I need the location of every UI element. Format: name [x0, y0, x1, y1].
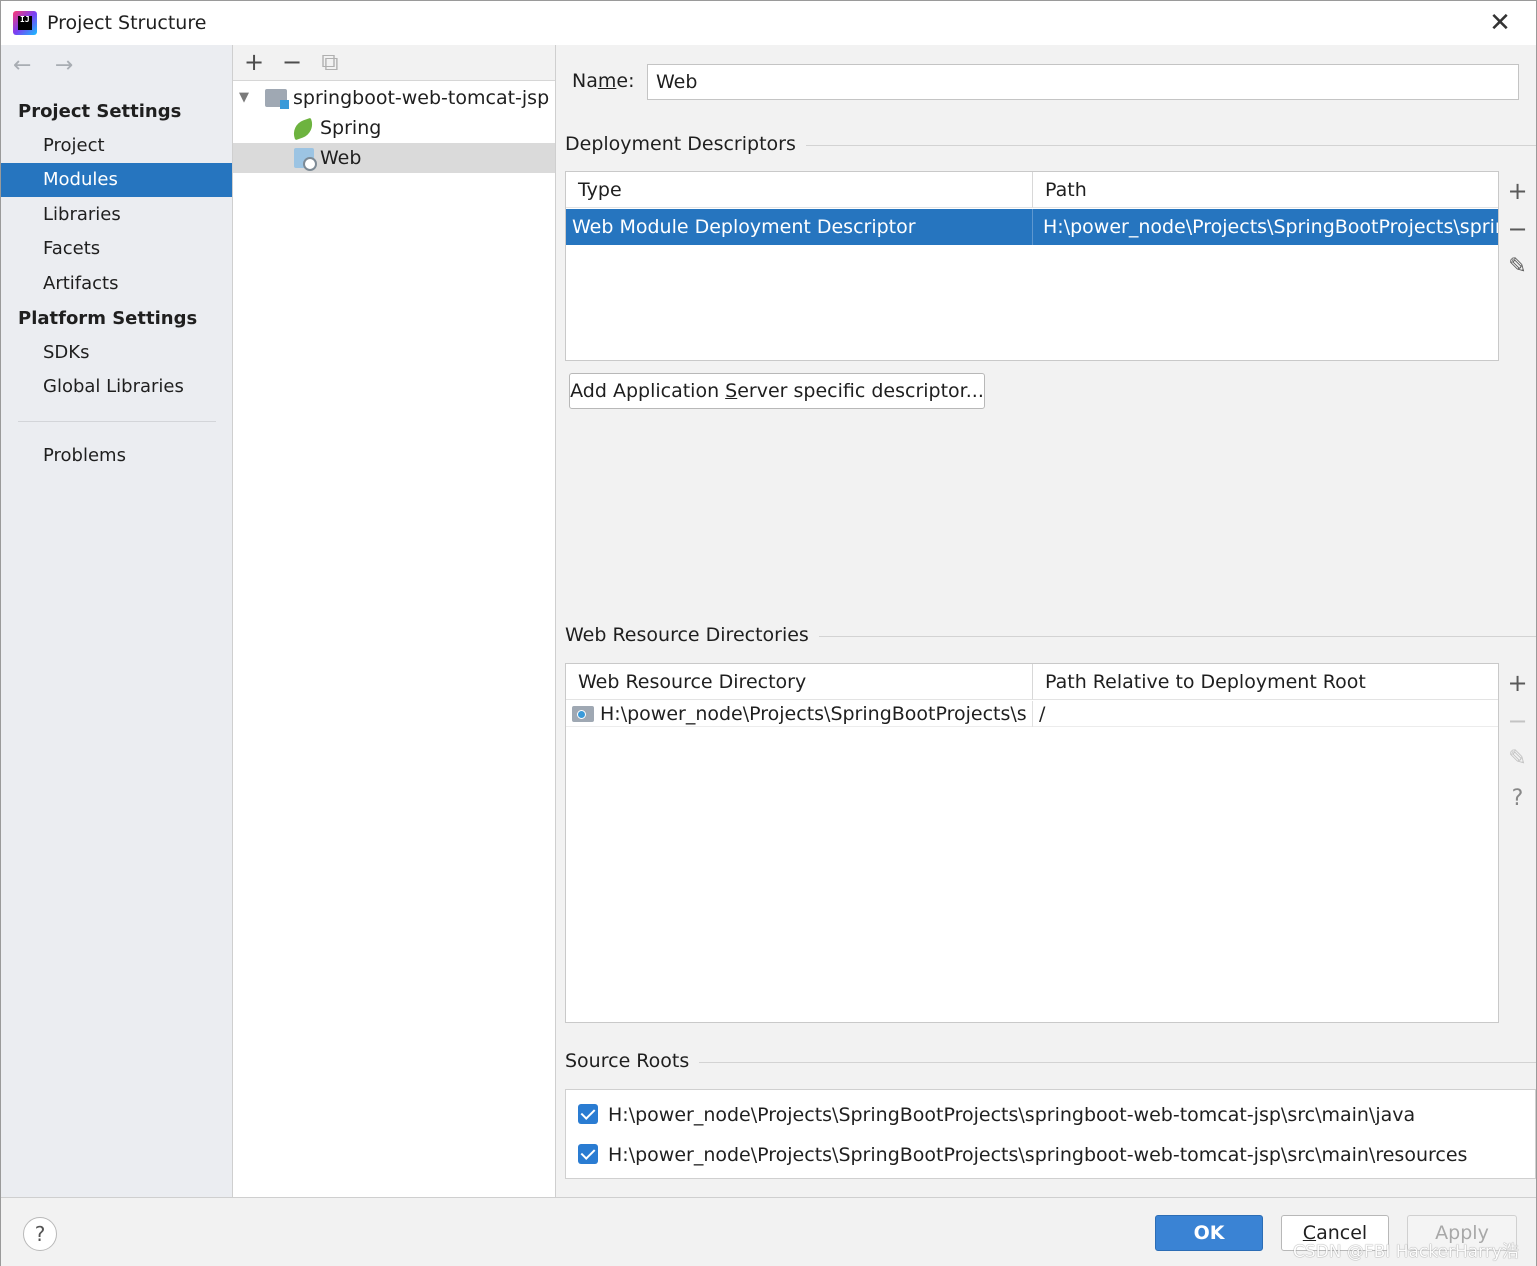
project-structure-dialog: IJ Project Structure ✕ ← → Project Setti…: [0, 0, 1537, 1266]
descriptor-path-cell: H:\power_node\Projects\SpringBootProject…: [1032, 209, 1498, 245]
checkbox-checked-icon[interactable]: [578, 1143, 598, 1164]
platform-settings-header: Platform Settings: [18, 308, 198, 329]
sidebar-item-problems[interactable]: Problems: [1, 439, 232, 473]
close-icon[interactable]: ✕: [1486, 9, 1514, 37]
web-facet-settings: Name: Deployment Descriptors Type Path W…: [557, 45, 1536, 1197]
tree-node-module[interactable]: ▼ springboot-web-tomcat-jsp: [233, 83, 555, 113]
sidebar-item-sdks[interactable]: SDKs: [1, 336, 232, 370]
module-tree-panel: + − ⧉ ▼ springboot-web-tomcat-jsp Spring…: [232, 45, 556, 1197]
tree-node-spring[interactable]: Spring: [233, 113, 555, 143]
column-header-web-resource-directory[interactable]: Web Resource Directory: [566, 664, 1032, 700]
intellij-logo-icon: IJ: [13, 11, 37, 35]
table-row[interactable]: Web Module Deployment Descriptor H:\powe…: [566, 209, 1498, 245]
watermark: CSDN @FBI HackerHarry浩: [1293, 1242, 1519, 1262]
source-roots-separator: [565, 1062, 1536, 1063]
deployment-descriptors-title: Deployment Descriptors: [565, 133, 806, 155]
history-navigation: ← →: [13, 53, 91, 79]
web-resources-side-toolbar: + − ✎ ?: [1499, 663, 1536, 1023]
deployment-descriptors-table: Type Path Web Module Deployment Descript…: [565, 171, 1499, 361]
web-resource-folder-icon: [572, 706, 594, 722]
source-roots-title: Source Roots: [565, 1050, 700, 1072]
ok-button[interactable]: OK: [1155, 1215, 1263, 1251]
project-settings-header: Project Settings: [18, 101, 182, 122]
web-facet-icon: [294, 148, 317, 171]
forward-arrow-icon[interactable]: →: [55, 53, 83, 79]
name-label: Name:: [572, 70, 635, 92]
expand-arrow-icon[interactable]: ▼: [239, 83, 249, 113]
source-root-item[interactable]: H:\power_node\Projects\SpringBootProject…: [578, 1100, 1415, 1130]
table-row[interactable]: H:\power_node\Projects\SpringBootProject…: [566, 701, 1498, 727]
descriptor-type-cell: Web Module Deployment Descriptor: [572, 216, 916, 238]
add-server-descriptor-button[interactable]: Add Application Server specific descript…: [569, 373, 985, 409]
tree-toolbar: + − ⧉: [233, 45, 555, 81]
spring-facet-label: Spring: [320, 117, 382, 139]
back-arrow-icon[interactable]: ←: [13, 53, 41, 79]
add-directory-icon[interactable]: +: [1499, 665, 1536, 701]
name-field[interactable]: [647, 64, 1519, 100]
source-root-item[interactable]: H:\power_node\Projects\SpringBootProject…: [578, 1140, 1467, 1170]
relative-path-cell: /: [1032, 701, 1498, 727]
source-root-path: H:\power_node\Projects\SpringBootProject…: [608, 1104, 1416, 1126]
sidebar-divider: [18, 421, 216, 422]
tree-node-web[interactable]: Web: [233, 143, 555, 173]
module-name: springboot-web-tomcat-jsp: [293, 87, 550, 109]
edit-directory-icon[interactable]: ✎: [1499, 741, 1536, 777]
sidebar-item-modules[interactable]: Modules: [1, 163, 232, 197]
sidebar-item-project[interactable]: Project: [1, 129, 232, 163]
sidebar-item-global-libraries[interactable]: Global Libraries: [1, 370, 232, 404]
column-header-type[interactable]: Type: [566, 172, 1032, 208]
deployment-side-toolbar: + − ✎: [1499, 171, 1536, 361]
title-bar: IJ Project Structure ✕: [1, 1, 1536, 45]
remove-descriptor-icon[interactable]: −: [1499, 211, 1536, 247]
sidebar-item-facets[interactable]: Facets: [1, 232, 232, 266]
spring-leaf-icon: [289, 117, 317, 141]
column-header-relative-path[interactable]: Path Relative to Deployment Root: [1032, 664, 1498, 700]
web-resource-directories-table: Web Resource Directory Path Relative to …: [565, 663, 1499, 1023]
settings-sidebar: ← → Project Settings Project Modules Lib…: [1, 45, 232, 1197]
window-title: Project Structure: [47, 12, 207, 34]
remove-icon[interactable]: −: [279, 49, 305, 75]
module-folder-icon: [265, 89, 289, 109]
checkbox-checked-icon[interactable]: [578, 1103, 598, 1124]
source-roots-list: H:\power_node\Projects\SpringBootProject…: [565, 1089, 1536, 1179]
sidebar-item-artifacts[interactable]: Artifacts: [1, 267, 232, 301]
help-icon[interactable]: ?: [1499, 781, 1536, 817]
column-header-path[interactable]: Path: [1032, 172, 1498, 208]
source-root-path: H:\power_node\Projects\SpringBootProject…: [608, 1144, 1468, 1166]
web-resource-directories-title: Web Resource Directories: [565, 624, 819, 646]
sidebar-item-libraries[interactable]: Libraries: [1, 198, 232, 232]
edit-descriptor-icon[interactable]: ✎: [1499, 249, 1536, 285]
web-resource-directory-cell: H:\power_node\Projects\SpringBootProject…: [600, 703, 1028, 725]
add-icon[interactable]: +: [241, 49, 267, 75]
help-button[interactable]: ?: [23, 1217, 57, 1251]
add-descriptor-icon[interactable]: +: [1499, 173, 1536, 209]
web-facet-label: Web: [320, 147, 362, 169]
remove-directory-icon[interactable]: −: [1499, 703, 1536, 739]
copy-icon[interactable]: ⧉: [317, 49, 343, 75]
